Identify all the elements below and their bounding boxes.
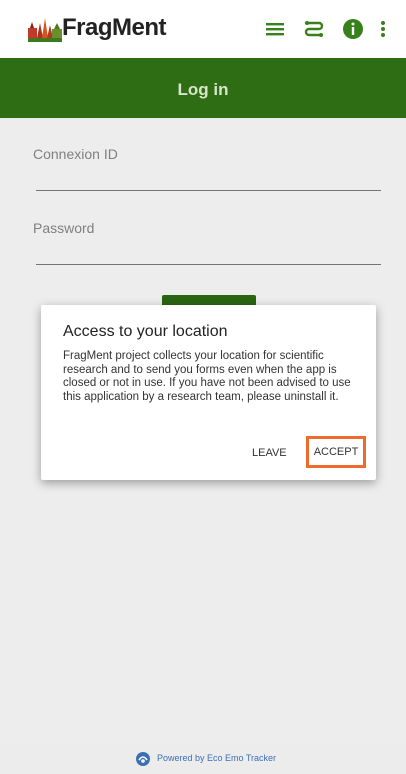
dialog-title: Access to your location <box>63 323 228 340</box>
page-title: Log in <box>177 80 229 99</box>
info-icon[interactable] <box>341 17 365 41</box>
leave-button[interactable]: LEAVE <box>252 447 287 459</box>
location-permission-dialog: Access to your location FragMent project… <box>41 305 376 480</box>
fragment-logo-icon <box>28 18 62 42</box>
more-vert-icon[interactable] <box>376 17 390 41</box>
menu-icon[interactable] <box>263 17 287 41</box>
app-name: FragMent <box>62 14 167 41</box>
accept-button[interactable]: ACCEPT <box>306 436 366 468</box>
eco-emo-tracker-logo-icon <box>136 752 150 766</box>
page-title-bar: Log in <box>0 58 406 118</box>
route-icon[interactable] <box>302 17 326 41</box>
app-bar: FragMent <box>0 0 406 58</box>
dialog-message: FragMent project collects your location … <box>63 350 351 403</box>
footer-text[interactable]: Powered by Eco Emo Tracker <box>157 753 276 763</box>
footer: Powered by Eco Emo Tracker <box>0 744 406 774</box>
